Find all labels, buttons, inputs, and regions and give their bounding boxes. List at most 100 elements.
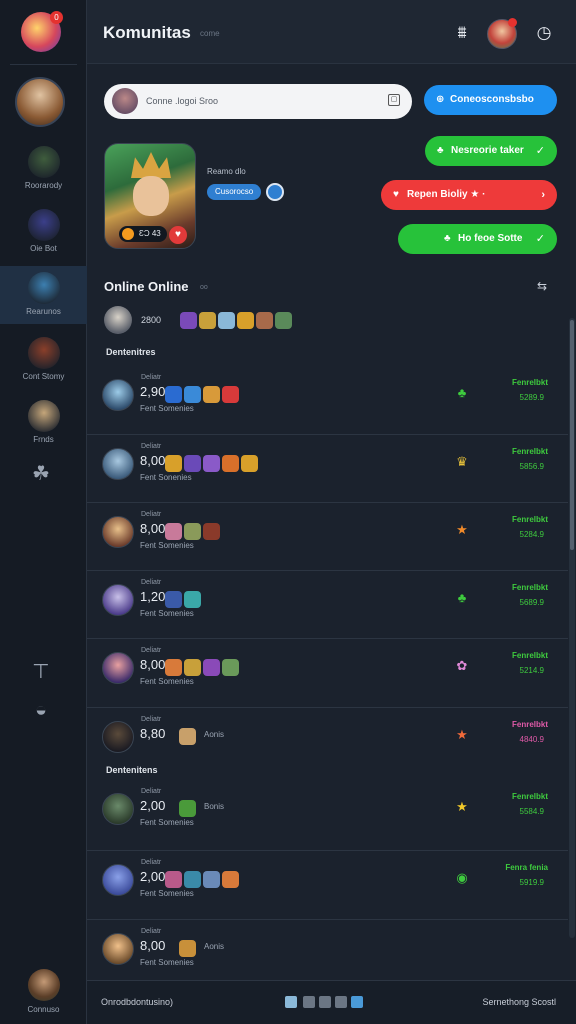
- status-icon[interactable]: ★: [455, 523, 469, 537]
- item-icon: [199, 312, 216, 329]
- profile-name: Reamo dlo: [207, 167, 246, 176]
- footer-left-text[interactable]: Onrodbdontusino): [101, 997, 173, 1007]
- list-item[interactable]: Deliatr 8,00 Fent Somenies Fenrelbkt 5284.9 ★: [87, 502, 568, 570]
- status-icon[interactable]: ★: [455, 800, 469, 814]
- sidebar-item-label: Rearunos: [26, 307, 61, 316]
- connect-button[interactable]: ⊕ Coneosconsbsbo: [424, 85, 557, 115]
- profile-badge: ƐƆ 43: [119, 226, 167, 242]
- clock-icon[interactable]: ◷: [533, 22, 555, 44]
- list-item[interactable]: Deliatr 2,90 Fent Somenies Fenrelbkt 5289.9 ♣: [87, 366, 568, 434]
- search-options-icon[interactable]: ▢: [388, 94, 400, 106]
- sidebar-item-label: Roorarody: [24, 181, 63, 190]
- item-icon: [222, 659, 239, 676]
- status-icon[interactable]: ♣: [455, 591, 469, 605]
- expand-icon[interactable]: ⇆: [537, 279, 547, 293]
- sidebar-bottom-user[interactable]: Connuso: [0, 969, 87, 1014]
- profile-chip[interactable]: Cusorocso: [207, 184, 262, 200]
- sidebar-item-label: Cont Stomy: [22, 372, 65, 381]
- member-items: [165, 523, 222, 541]
- square-icon[interactable]: [303, 996, 315, 1008]
- status-icon[interactable]: ♛: [455, 455, 469, 469]
- red-action-button[interactable]: ♥ Repen Bioliy ★ · ›: [381, 180, 557, 210]
- member-word: Bonis: [204, 802, 225, 811]
- status-icon[interactable]: ◉: [455, 871, 469, 885]
- check-icon: ✓: [535, 233, 545, 245]
- item-icon: [165, 871, 182, 888]
- scrollbar[interactable]: [569, 318, 575, 938]
- page-title: Komunitas: [103, 23, 191, 42]
- status-icon[interactable]: ♣: [455, 386, 469, 400]
- item-icon: [222, 386, 239, 403]
- list-item[interactable]: Deliatr 8,00 Fent Sonenies Fenrelbkt 5856.9 ♛: [87, 434, 568, 502]
- item-icon: [275, 312, 292, 329]
- status-icon[interactable]: ✿: [455, 659, 469, 673]
- profile-toggle-icon[interactable]: [266, 183, 284, 201]
- sidebar-item-3[interactable]: Cont Stomy: [0, 331, 87, 389]
- filter-icon[interactable]: ⩩: [451, 22, 473, 44]
- member-avatar: [102, 379, 134, 411]
- member-items: [165, 659, 241, 677]
- item-icon: [165, 523, 182, 540]
- square-icon[interactable]: [319, 996, 331, 1008]
- sidebar-item-avatar: [27, 337, 60, 369]
- online-avatar: [104, 306, 132, 334]
- member-value: 2,00: [140, 869, 166, 884]
- footer-right-text[interactable]: Sernethong Scostl: [482, 997, 556, 1007]
- discover-icon[interactable]: ☘: [29, 462, 53, 486]
- sidebar-item-4[interactable]: Frnds: [0, 394, 87, 452]
- heart-icon[interactable]: ♥: [169, 226, 187, 244]
- tag-icon[interactable]: ⊤: [29, 660, 53, 684]
- member-status-value: 4840.9: [519, 735, 544, 744]
- crown-shape: [131, 152, 171, 178]
- scrollbar-thumb[interactable]: [570, 320, 574, 550]
- list-item[interactable]: Deliatr 8,00 Fent Somenies Aonis: [87, 919, 568, 987]
- profile-image[interactable]: ƐƆ 43 ♥: [104, 143, 196, 249]
- user-avatar[interactable]: [15, 77, 65, 127]
- item-icon: [165, 591, 182, 608]
- square-icon[interactable]: [335, 996, 347, 1008]
- header: Komunitas come ⩩ ◷: [87, 0, 576, 64]
- member-word: Aonis: [204, 730, 225, 739]
- upload-icon[interactable]: ◒: [29, 698, 53, 722]
- status-icon[interactable]: ★: [455, 728, 469, 742]
- image-icon[interactable]: [351, 996, 363, 1008]
- member-status-value: 5584.9: [519, 807, 544, 816]
- member-value: 8,80: [140, 726, 166, 741]
- member-status-value: 5214.9: [519, 666, 544, 675]
- item-icon: [184, 523, 201, 540]
- member-items: [165, 455, 260, 473]
- member-value: 8,00: [140, 521, 166, 536]
- member-status-title: Fenrelbkt: [511, 583, 548, 592]
- character-face: [133, 176, 169, 216]
- green-action-button-1[interactable]: ♣ Nesreorie taker ✓: [425, 136, 557, 166]
- search-avatar: [112, 88, 138, 114]
- sidebar-bottom-avatar: [27, 969, 60, 1001]
- search-bar[interactable]: Conne .logoi Sroo ▢: [104, 84, 412, 119]
- member-meta: Fent Sonenies: [140, 473, 192, 482]
- page-subtitle: come: [200, 29, 220, 38]
- member-meta: Fent Somenies: [140, 889, 194, 898]
- sidebar-item-1[interactable]: Oie Bot: [0, 203, 87, 261]
- sidebar-item-0[interactable]: Roorarody: [0, 140, 87, 198]
- group-label-1: Dentenitres: [106, 347, 156, 357]
- member-avatar: [102, 584, 134, 616]
- status-icon[interactable]: [455, 940, 469, 954]
- list-item[interactable]: Deliatr 1,20 Fent Somenies Fenrelbkt 5689.9 ♣: [87, 570, 568, 638]
- item-icon: [179, 940, 196, 957]
- pin-icon[interactable]: [285, 996, 297, 1008]
- green-action-button-2[interactable]: ♣ Ho feoe Sotte ✓: [398, 224, 557, 254]
- member-avatar: [102, 864, 134, 896]
- list-item[interactable]: Deliatr 8,00 Fent Somenies Fenrelbkt 5214.9 ✿: [87, 638, 568, 706]
- member-tag: Deliatr: [141, 511, 162, 518]
- list-item[interactable]: Deliatr 2,00 Fent Somenies Fenra fenia 5919.…: [87, 850, 568, 918]
- list-item[interactable]: Deliatr 2,00 Fent Somenies Bonis Fenrelbkt 55…: [87, 780, 568, 848]
- sidebar: 0 Roorarody Oie Bot Rearunos Cont Stomy …: [0, 0, 87, 1024]
- item-icon: [179, 800, 196, 817]
- member-items: [165, 591, 203, 609]
- sidebar-item-2[interactable]: Rearunos: [0, 266, 87, 324]
- app-logo[interactable]: 0: [21, 11, 63, 52]
- member-word: Aonis: [204, 942, 225, 951]
- member-value: 2,00: [140, 798, 166, 813]
- list-item[interactable]: Deliatr 8,80 Aonis Fenrelbkt 4840.9 ★: [87, 707, 568, 775]
- header-avatar[interactable]: [487, 18, 517, 49]
